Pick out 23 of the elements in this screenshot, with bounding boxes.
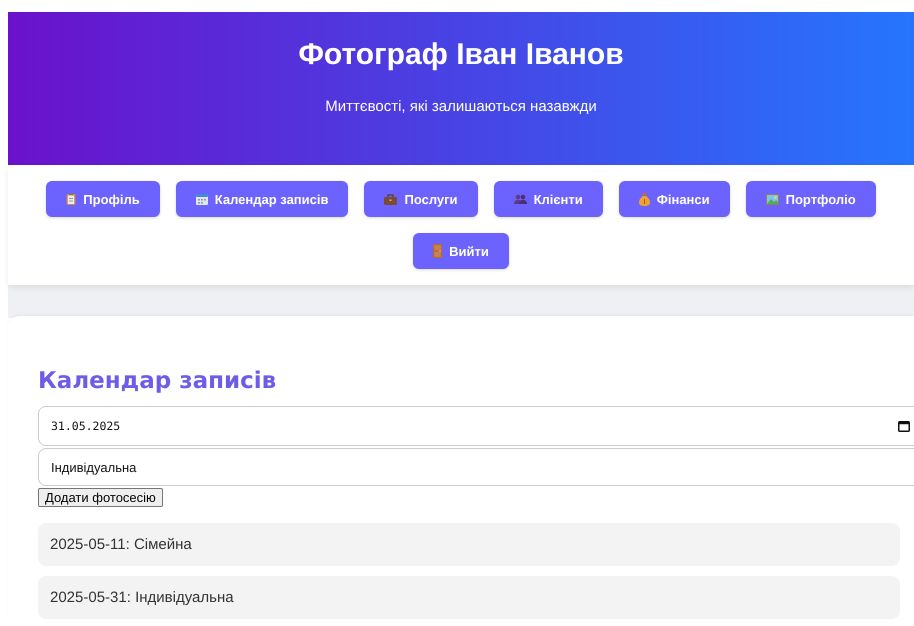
- clipboard-icon: [66, 193, 76, 205]
- nav-button[interactable]: Портфоліо: [746, 181, 876, 217]
- nav-button[interactable]: Профіль: [46, 181, 160, 217]
- nav-button[interactable]: Вийти: [413, 233, 509, 269]
- site-title: Фотограф Іван Іванов: [297, 38, 625, 72]
- session-item: 2025-05-11: Сімейна: [38, 523, 900, 566]
- session-item: 2025-05-31: Індивідуальна: [38, 576, 900, 619]
- add-session-button[interactable]: Додати фотосесію: [38, 488, 163, 507]
- section-title: Календар записів: [38, 368, 278, 394]
- nav-button[interactable]: Клієнти: [494, 181, 603, 217]
- tagline: Миттєвості, які залишаються назавжди: [324, 98, 598, 115]
- calendar-icon[interactable]: [898, 420, 910, 432]
- door-icon: [433, 244, 442, 258]
- nav-button[interactable]: Календар записів: [176, 181, 348, 217]
- money-bag-icon: [638, 192, 650, 206]
- calendar-icon: [196, 194, 208, 204]
- landscape-icon: [766, 194, 779, 204]
- session-type-field[interactable]: Індивідуальна: [38, 448, 914, 486]
- date-field[interactable]: 31.05.2025: [38, 406, 914, 446]
- people-icon: [514, 194, 527, 204]
- briefcase-icon: [384, 194, 398, 204]
- nav-button[interactable]: Послуги: [364, 181, 478, 217]
- nav-button[interactable]: Фінанси: [618, 181, 730, 217]
